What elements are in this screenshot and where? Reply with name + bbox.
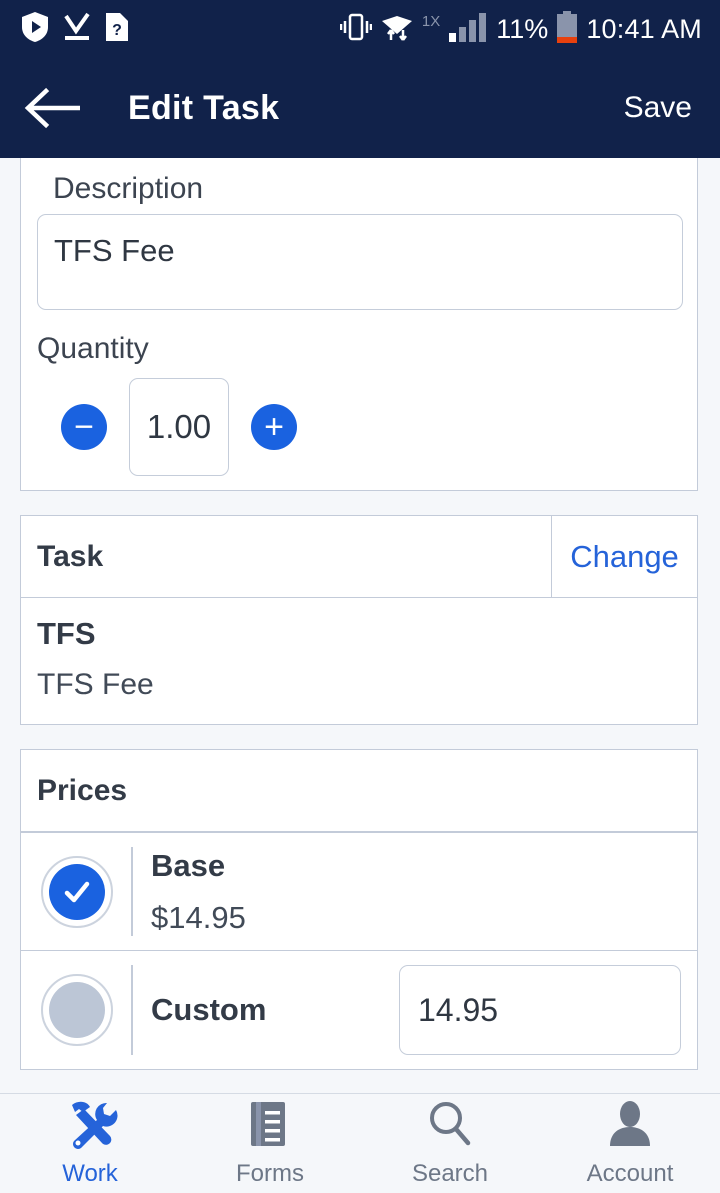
scroll-content[interactable]: Description TFS Fee Quantity − 1.00 + Ta… (0, 158, 720, 1093)
nav-label-forms: Forms (236, 1160, 304, 1187)
task-card-body[interactable]: TFS TFS Fee (21, 598, 697, 724)
bottom-navigation: Work Forms Search Account (0, 1093, 720, 1193)
description-quantity-card: Description TFS Fee Quantity − 1.00 + (20, 158, 698, 491)
back-arrow-icon[interactable] (24, 87, 80, 129)
task-code-label: TFS (37, 616, 96, 651)
prices-card-title: Prices (37, 773, 128, 807)
task-card: Task Change TFS TFS Fee (20, 515, 698, 725)
task-card-title: Task (37, 539, 104, 573)
card-spacer (20, 725, 700, 749)
custom-price-input[interactable]: 14.95 (399, 965, 681, 1055)
nav-item-search[interactable]: Search (360, 1099, 540, 1188)
quantity-label: Quantity (37, 332, 149, 365)
card-spacer (20, 491, 700, 515)
quantity-field-group: Quantity − 1.00 + (21, 328, 697, 490)
price-base-texts: Base $14.95 (133, 848, 681, 936)
prices-card: Prices Base $14.95 Custom 14.95 (20, 749, 698, 1070)
change-task-button[interactable]: Change (551, 516, 697, 597)
price-custom-texts: Custom (133, 992, 399, 1028)
person-icon (604, 1099, 656, 1154)
document-lines-icon (244, 1099, 296, 1154)
price-radio-selected-icon[interactable] (41, 855, 113, 928)
nav-label-work: Work (62, 1160, 118, 1187)
wifi-transfer-icon (381, 12, 413, 47)
nav-label-account: Account (586, 1160, 674, 1187)
prices-card-header: Prices (21, 750, 697, 832)
price-option-name: Custom (151, 992, 267, 1027)
task-description-label: TFS Fee (37, 668, 154, 701)
description-label: Description (53, 172, 204, 205)
nav-item-forms[interactable]: Forms (180, 1099, 360, 1188)
status-bar-left-icons: ? (22, 11, 128, 47)
price-option-row[interactable]: Custom 14.95 (21, 950, 697, 1069)
unknown-file-icon: ? (106, 12, 128, 46)
price-option-name: Base (151, 847, 226, 883)
clock-label: 10:41 AM (586, 13, 702, 44)
description-input[interactable]: TFS Fee (37, 214, 683, 310)
price-radio-unselected-icon[interactable] (41, 974, 113, 1046)
app-bar: Edit Task Save (0, 58, 720, 158)
quantity-input[interactable]: 1.00 (129, 378, 229, 476)
price-option-row[interactable]: Base $14.95 (21, 832, 697, 950)
nav-label-search: Search (411, 1160, 489, 1187)
status-bar: ? 1X 11% 10:41 AM (0, 0, 720, 58)
radio-unchecked-icon (49, 982, 105, 1038)
network-type-label: 1X (421, 12, 441, 30)
app-screen: ? 1X 11% 10:41 AM Edit Task Save Descrip… (0, 0, 720, 1193)
price-option-value: $14.95 (151, 899, 246, 935)
download-complete-icon (62, 12, 92, 47)
quantity-decrement-button[interactable]: − (61, 404, 107, 450)
battery-icon (557, 10, 578, 48)
description-field-group: Description TFS Fee (21, 158, 697, 328)
svg-text:?: ? (112, 22, 122, 39)
tools-icon (62, 1099, 118, 1154)
magnifier-icon (424, 1099, 476, 1154)
quantity-increment-button[interactable]: + (251, 404, 297, 450)
save-button[interactable]: Save (620, 83, 696, 133)
radio-checked-icon (49, 863, 105, 920)
task-card-header: Task Change (21, 516, 697, 598)
battery-percent-label: 11% (496, 13, 549, 44)
signal-bars-icon (449, 12, 487, 47)
quantity-stepper: − 1.00 + (21, 374, 697, 490)
nav-item-account[interactable]: Account (540, 1099, 720, 1188)
page-title: Edit Task (128, 88, 280, 127)
vibrate-icon (339, 12, 373, 47)
nav-item-work[interactable]: Work (0, 1099, 180, 1188)
play-protect-shield-icon (22, 11, 48, 47)
status-bar-right-icons: 1X 11% 10:41 AM (339, 10, 708, 48)
